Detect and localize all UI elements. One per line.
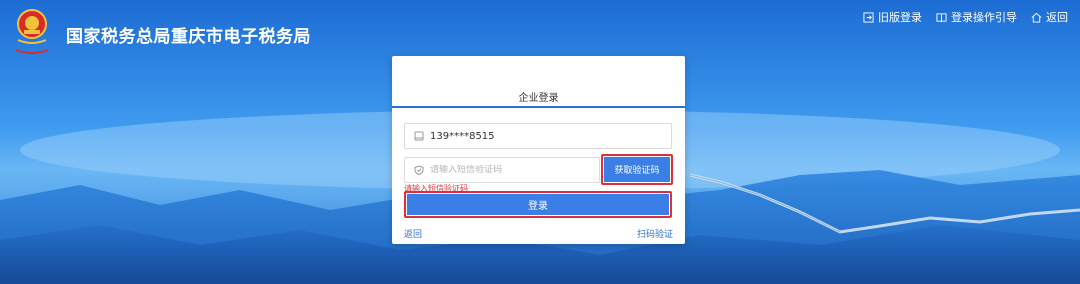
phone-field[interactable]: 139****8515 xyxy=(404,123,672,149)
home-icon xyxy=(1031,12,1042,23)
login-tab-bar: 企业登录 xyxy=(392,56,685,108)
get-code-button[interactable]: 获取验证码 xyxy=(601,154,673,185)
sms-code-field[interactable] xyxy=(404,157,600,183)
site-title: 国家税务总局重庆市电子税务局 xyxy=(66,27,311,47)
login-button[interactable]: 登录 xyxy=(404,191,672,218)
header-back-link[interactable]: 返回 xyxy=(1031,9,1068,25)
get-code-label: 获取验证码 xyxy=(604,157,670,182)
top-links: 旧版登录 登录操作引导 返回 xyxy=(863,9,1068,25)
shield-icon xyxy=(414,165,424,175)
login-card: 企业登录 139****8515 获取验证码 请输入短信验证码 登录 返回 扫码… xyxy=(392,56,685,244)
header-back-label: 返回 xyxy=(1046,11,1068,24)
phone-value: 139****8515 xyxy=(430,130,495,142)
old-version-login-label: 旧版登录 xyxy=(878,11,922,24)
phone-icon xyxy=(414,131,424,141)
tab-enterprise-login[interactable]: 企业登录 xyxy=(392,89,685,104)
login-guide-link[interactable]: 登录操作引导 xyxy=(936,9,1017,25)
book-icon xyxy=(936,12,947,22)
login-icon xyxy=(863,11,874,23)
scan-verify-link[interactable]: 扫码验证 xyxy=(637,227,673,240)
header-bar: 国家税务总局重庆市电子税务局 旧版登录 登录操作引导 返回 xyxy=(0,0,1080,60)
login-guide-label: 登录操作引导 xyxy=(951,11,1017,24)
tax-emblem-logo xyxy=(15,9,49,54)
sms-code-input[interactable] xyxy=(430,165,590,175)
back-link[interactable]: 返回 xyxy=(404,227,422,240)
login-button-label: 登录 xyxy=(407,194,669,215)
old-version-login-link[interactable]: 旧版登录 xyxy=(863,9,922,25)
